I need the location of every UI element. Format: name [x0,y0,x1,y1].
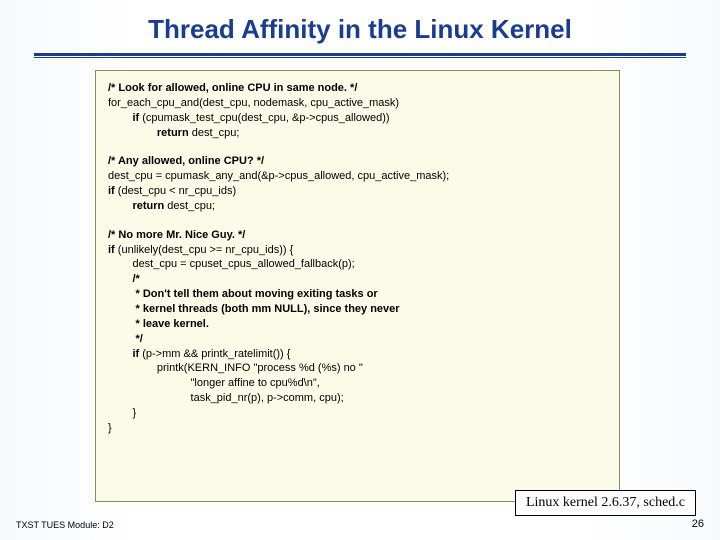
code-line: */ [108,332,607,347]
code-line: if (dest_cpu < nr_cpu_ids) [108,184,607,199]
code-text: (dest_cpu < nr_cpu_ids) [115,185,236,197]
slide: Thread Affinity in the Linux Kernel /* L… [0,0,720,540]
code-text: (p->mm && printk_ratelimit()) { [139,348,290,360]
blank-line [108,140,607,154]
code-text: (cpumask_test_cpu(dest_cpu, &p->cpus_all… [139,112,389,124]
code-line: } [108,406,607,421]
code-line: /* Look for allowed, online CPU in same … [108,81,607,96]
code-line: printk(KERN_INFO "process %d (%s) no " [108,361,607,376]
code-line: * kernel threads (both mm NULL), since t… [108,302,607,317]
kw-if: if [108,112,139,124]
code-text: (unlikely(dest_cpu >= nr_cpu_ids)) { [115,244,294,256]
code-line: "longer affine to cpu%d\n", [108,376,607,391]
code-line: dest_cpu = cpumask_any_and(&p->cpus_allo… [108,169,607,184]
code-line: /* Any allowed, online CPU? */ [108,154,607,169]
code-line: task_pid_nr(p), p->comm, cpu); [108,391,607,406]
code-text: dest_cpu; [189,127,240,139]
code-line: if (cpumask_test_cpu(dest_cpu, &p->cpus_… [108,111,607,126]
code-line: * Don't tell them about moving exiting t… [108,287,607,302]
blank-line [108,214,607,228]
code-line: dest_cpu = cpuset_cpus_allowed_fallback(… [108,257,607,272]
code-line: } [108,421,607,436]
code-line: if (unlikely(dest_cpu >= nr_cpu_ids)) { [108,243,607,258]
kw-if: if [108,244,115,256]
kw-if: if [108,348,139,360]
code-line: * leave kernel. [108,317,607,332]
kw-if: if [108,185,115,197]
slide-number: 26 [692,518,704,530]
code-text: dest_cpu; [164,200,215,212]
kw-return: return [108,127,189,139]
citation-box: Linux kernel 2.6.37, sched.c [515,490,696,516]
code-line: return dest_cpu; [108,126,607,141]
title-rule [34,53,686,58]
code-line: /* No more Mr. Nice Guy. */ [108,228,607,243]
code-line: for_each_cpu_and(dest_cpu, nodemask, cpu… [108,96,607,111]
code-line: return dest_cpu; [108,199,607,214]
code-line: /* [108,272,607,287]
page-title: Thread Affinity in the Linux Kernel [0,0,720,51]
kw-return: return [108,200,164,212]
code-box: /* Look for allowed, online CPU in same … [95,70,620,502]
footer-module: TXST TUES Module: D2 [16,520,114,530]
code-line: if (p->mm && printk_ratelimit()) { [108,347,607,362]
